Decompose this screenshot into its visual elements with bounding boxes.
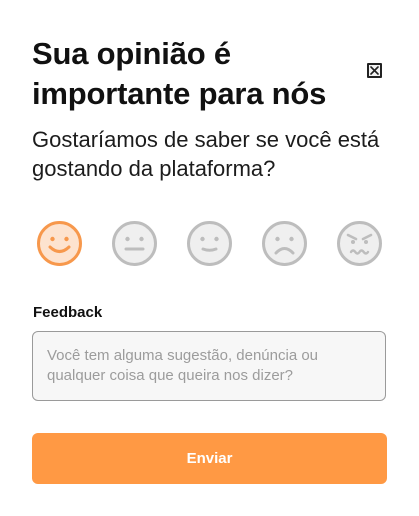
rating-option-smiling[interactable]: [36, 220, 83, 267]
rating-option-frowning[interactable]: [261, 220, 308, 267]
slightly-smiling-face-icon: [186, 220, 233, 267]
rating-options: [36, 220, 386, 270]
feedback-label: Feedback: [33, 304, 103, 321]
rating-option-angry[interactable]: [336, 220, 383, 267]
dialog-subtitle: Gostaríamos de saber se você está gostan…: [32, 127, 380, 181]
feedback-textarea[interactable]: [32, 331, 386, 401]
submit-button[interactable]: Enviar: [32, 433, 387, 484]
neutral-face-icon: [111, 220, 158, 267]
feedback-dialog: Sua opinião é importante para nós Gostar…: [0, 0, 419, 516]
close-icon: [370, 66, 379, 75]
smiling-face-icon: [36, 220, 83, 267]
close-button[interactable]: [367, 63, 382, 78]
dialog-title: Sua opinião é importante para nós: [32, 36, 327, 111]
rating-option-neutral[interactable]: [111, 220, 158, 267]
angry-face-icon: [336, 220, 383, 267]
rating-option-slightly-smiling[interactable]: [186, 220, 233, 267]
frowning-face-icon: [261, 220, 308, 267]
